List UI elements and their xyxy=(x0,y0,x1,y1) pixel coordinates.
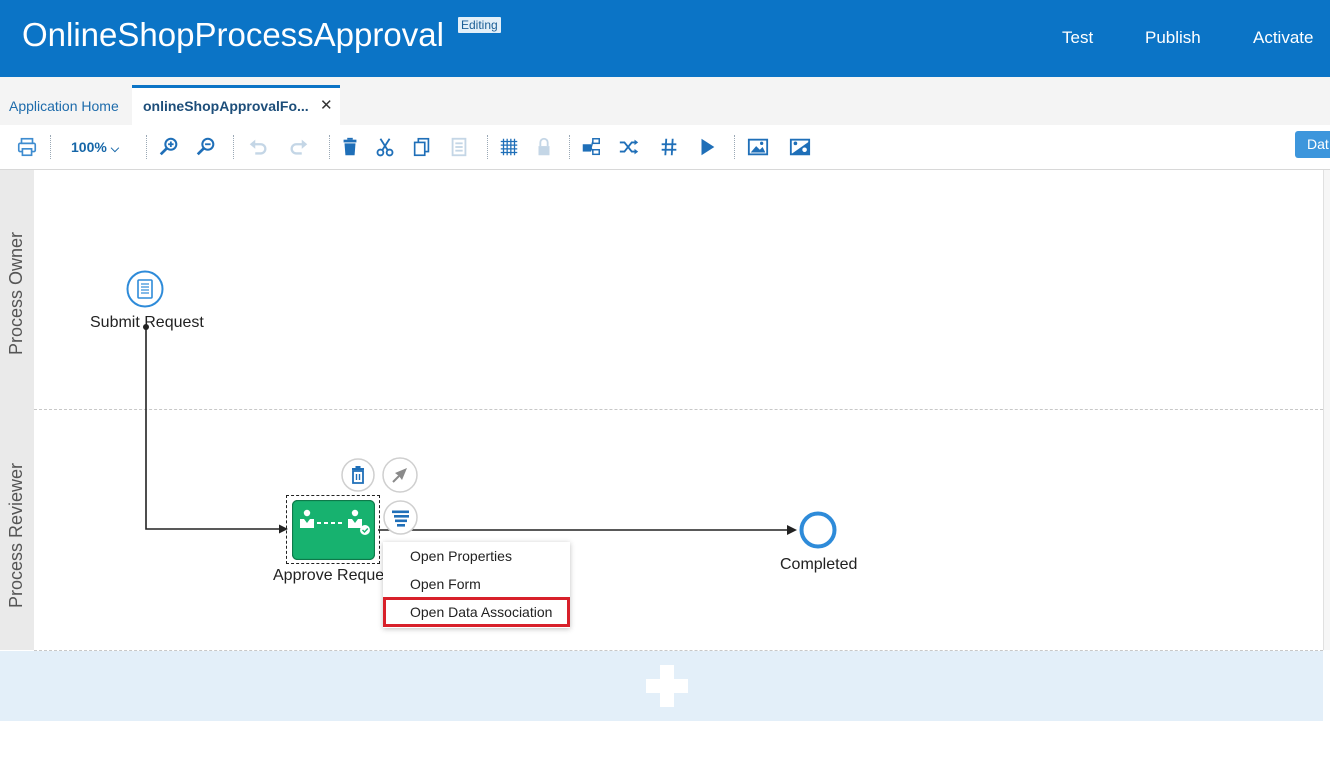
delete-node-icon[interactable] xyxy=(341,458,375,492)
flow-submit-to-approve xyxy=(145,327,286,530)
menu-item-open-form[interactable]: Open Form xyxy=(410,576,481,592)
approve-request-task[interactable] xyxy=(291,499,376,561)
connect-arrow-icon[interactable] xyxy=(382,457,418,493)
task-label: Approve Request xyxy=(273,567,397,584)
start-event-form-icon[interactable] xyxy=(126,270,164,308)
highlight-annotation-box xyxy=(383,597,570,627)
add-swimlane-area[interactable] xyxy=(0,651,1323,721)
end-event-circle[interactable] xyxy=(799,511,837,549)
end-event-label: Completed xyxy=(780,556,858,573)
add-lane-plus-icon[interactable] xyxy=(644,663,690,709)
menu-item-open-properties[interactable]: Open Properties xyxy=(410,548,512,564)
start-event-label: Submit Request xyxy=(90,314,204,331)
node-menu-icon[interactable] xyxy=(383,500,418,535)
